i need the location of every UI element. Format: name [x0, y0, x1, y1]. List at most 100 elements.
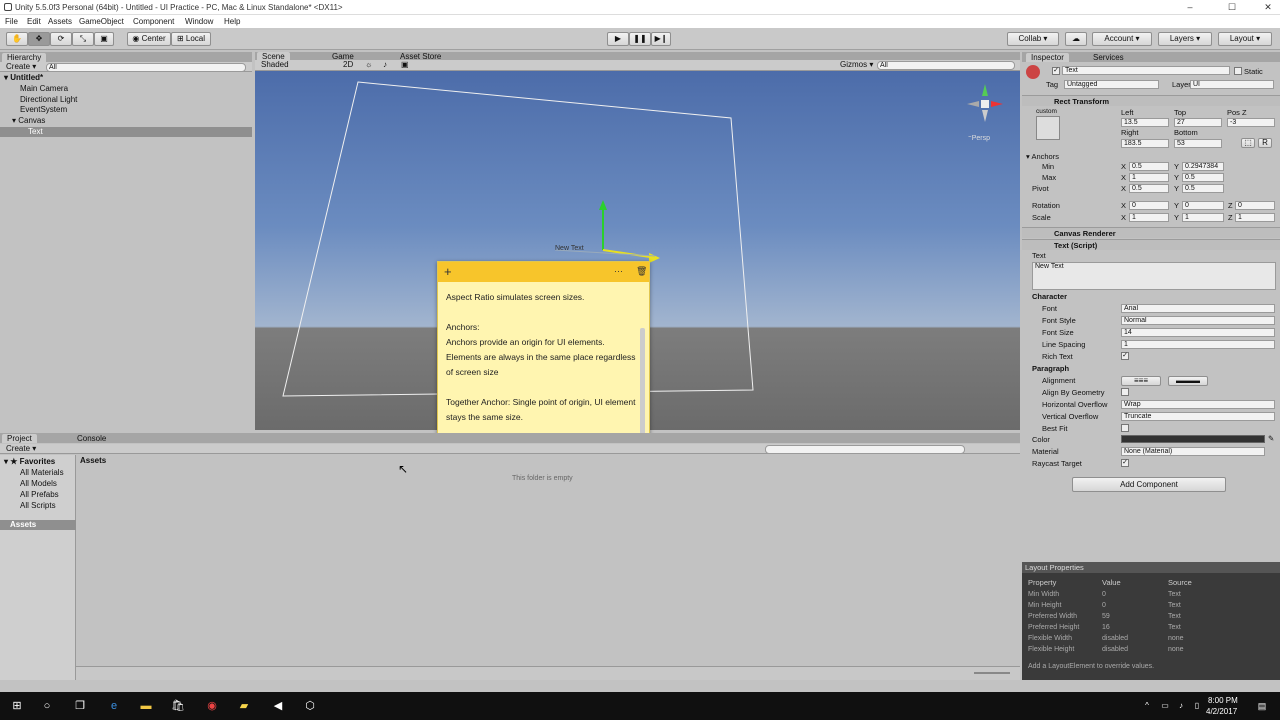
menu-gameobject[interactable]: GameObject — [79, 17, 124, 26]
menu-assets[interactable]: Assets — [48, 17, 72, 26]
tab-console[interactable]: Console — [72, 434, 111, 443]
anchors-label[interactable]: ▾ Anchors — [1026, 152, 1059, 161]
tab-services[interactable]: Services — [1088, 53, 1129, 62]
start-icon[interactable]: ⊞ — [10, 699, 24, 713]
delete-note-icon[interactable]: 🗑 — [636, 266, 647, 277]
left-field[interactable]: 13.5 — [1121, 118, 1169, 127]
static-checkbox[interactable] — [1234, 67, 1242, 75]
vertical-overflow-dropdown[interactable]: Truncate — [1121, 412, 1275, 421]
favorite-all-prefabs[interactable]: All Prefabs — [20, 490, 59, 500]
hierarchy-item-canvas[interactable]: ▾ Canvas — [12, 116, 45, 126]
rect-transform-header[interactable]: Rect Transform — [1022, 95, 1280, 106]
clock-time[interactable]: 8:00 PM — [1208, 696, 1238, 705]
collab-button[interactable]: Collab ▾ — [1007, 32, 1059, 46]
rotation-x-field[interactable]: 0 — [1129, 201, 1169, 210]
store-icon[interactable]: 🛍 — [171, 699, 185, 713]
account-dropdown[interactable]: Account ▾ — [1092, 32, 1152, 46]
raycast-target-checkbox[interactable]: ✓ — [1121, 459, 1129, 467]
layout-dropdown[interactable]: Layout ▾ — [1218, 32, 1272, 46]
horizontal-overflow-dropdown[interactable]: Wrap — [1121, 400, 1275, 409]
clock-date[interactable]: 4/2/2017 — [1206, 707, 1237, 716]
bottom-field[interactable]: 53 — [1174, 139, 1222, 148]
project-breadcrumb[interactable]: Assets — [80, 456, 106, 466]
scene-root-item[interactable]: ▾ Untitled* — [4, 73, 43, 83]
canvas-renderer-header[interactable]: Canvas Renderer — [1022, 227, 1280, 238]
visual-studio-icon[interactable]: ◀ — [271, 699, 285, 713]
edge-icon[interactable]: e — [107, 699, 121, 713]
anchor-max-y-field[interactable]: 0.5 — [1182, 173, 1224, 182]
task-view-icon[interactable]: ❐ — [73, 699, 87, 713]
volume-icon[interactable]: ♪ — [1174, 699, 1188, 713]
scale-z-field[interactable]: 1 — [1235, 213, 1275, 222]
best-fit-checkbox[interactable] — [1121, 424, 1129, 432]
layout-properties-header[interactable]: Layout Properties — [1022, 562, 1280, 573]
sticky-note-scrollbar[interactable] — [640, 328, 645, 443]
maximize-button[interactable]: ☐ — [1214, 0, 1250, 15]
project-search-input[interactable] — [765, 445, 965, 454]
scale-tool-icon[interactable]: ⤡ — [72, 32, 94, 46]
close-button[interactable]: ✕ — [1250, 0, 1280, 15]
pivot-local-button[interactable]: ⊞ Local — [171, 32, 211, 46]
pivot-y-field[interactable]: 0.5 — [1182, 184, 1224, 193]
eyedropper-icon[interactable]: ✎ — [1268, 434, 1274, 443]
text-script-header[interactable]: Text (Script) — [1022, 239, 1280, 250]
hierarchy-create-button[interactable]: Create ▾ — [6, 62, 36, 72]
step-button[interactable]: ▶❙ — [651, 32, 671, 46]
menu-help[interactable]: Help — [224, 17, 240, 26]
hierarchy-search-input[interactable]: All — [46, 63, 246, 72]
minimize-button[interactable]: – — [1172, 0, 1208, 15]
horizontal-alignment-buttons[interactable]: ≡≡≡ — [1121, 376, 1161, 386]
hierarchy-item-directional-light[interactable]: Directional Light — [20, 95, 77, 105]
menu-component[interactable]: Component — [133, 17, 174, 26]
hierarchy-item-text[interactable]: Text — [0, 127, 252, 137]
pivot-center-button[interactable]: ◉ Center — [127, 32, 171, 46]
top-field[interactable]: 27 — [1174, 118, 1222, 127]
favorite-all-scripts[interactable]: All Scripts — [20, 501, 56, 511]
pause-button[interactable]: ❚❚ — [629, 32, 651, 46]
object-name-field[interactable]: Text — [1062, 66, 1230, 75]
favorites-item[interactable]: ▾ ★ Favorites — [4, 457, 55, 467]
cloud-icon[interactable]: ☁ — [1065, 32, 1087, 46]
rotation-z-field[interactable]: 0 — [1235, 201, 1275, 210]
add-component-button[interactable]: Add Component — [1072, 477, 1226, 492]
project-create-button[interactable]: Create ▾ — [6, 444, 36, 454]
search-icon[interactable]: ○ — [40, 699, 54, 713]
anchor-preset-button[interactable] — [1036, 116, 1060, 140]
vertical-alignment-buttons[interactable]: ▬▬▬ — [1168, 376, 1208, 386]
scale-x-field[interactable]: 1 — [1129, 213, 1169, 222]
network-icon[interactable]: ▭ — [1158, 699, 1172, 713]
raw-edit-button[interactable]: R — [1258, 138, 1272, 148]
more-options-icon[interactable]: ··· — [614, 266, 623, 276]
chrome-icon[interactable]: ◉ — [205, 699, 219, 713]
menu-file[interactable]: File — [5, 17, 18, 26]
font-style-dropdown[interactable]: Normal — [1121, 316, 1275, 325]
blueprint-icon[interactable]: ⬚ — [1241, 138, 1255, 148]
font-field[interactable]: Arial — [1121, 304, 1275, 313]
rotation-y-field[interactable]: 0 — [1182, 201, 1224, 210]
sticky-notes-icon[interactable]: ▰ — [237, 699, 251, 713]
pivot-x-field[interactable]: 0.5 — [1129, 184, 1169, 193]
anchor-max-x-field[interactable]: 1 — [1129, 173, 1169, 182]
persp-label[interactable]: ⁼Persp — [968, 134, 990, 144]
assets-folder-item[interactable]: Assets — [0, 520, 76, 530]
add-note-icon[interactable]: + — [444, 264, 452, 279]
menu-edit[interactable]: Edit — [27, 17, 41, 26]
color-swatch[interactable] — [1121, 435, 1265, 443]
material-field[interactable]: None (Material) — [1121, 447, 1265, 456]
rotate-tool-icon[interactable]: ⟳ — [50, 32, 72, 46]
hand-tool-icon[interactable]: ✋ — [6, 32, 28, 46]
text-content-area[interactable]: New Text — [1032, 262, 1276, 290]
tab-project[interactable]: Project — [2, 434, 37, 443]
unity-icon[interactable]: ⬡ — [303, 699, 317, 713]
anchor-min-x-field[interactable]: 0.5 — [1129, 162, 1169, 171]
rich-text-checkbox[interactable]: ✓ — [1121, 352, 1129, 360]
posz-field[interactable]: -3 — [1227, 118, 1275, 127]
anchor-min-y-field[interactable]: 0.2947384 — [1182, 162, 1224, 171]
layer-dropdown[interactable]: UI — [1190, 80, 1274, 89]
notifications-icon[interactable]: ▤ — [1255, 699, 1269, 713]
file-explorer-icon[interactable]: ▬ — [139, 699, 153, 713]
font-size-field[interactable]: 14 — [1121, 328, 1275, 337]
tag-dropdown[interactable]: Untagged — [1064, 80, 1159, 89]
language-icon[interactable]: ▯ — [1190, 699, 1204, 713]
favorite-all-models[interactable]: All Models — [20, 479, 57, 489]
